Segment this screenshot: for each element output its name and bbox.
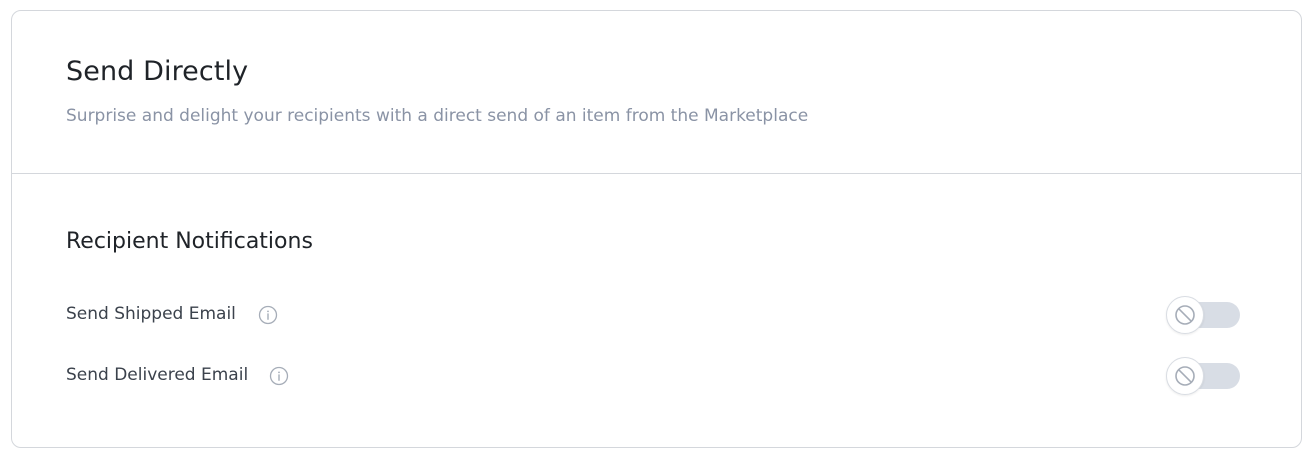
info-icon[interactable] [269, 366, 289, 386]
toggle-knob [1166, 357, 1204, 395]
toggle-shipped-email[interactable] [1166, 295, 1240, 335]
setting-row-shipped-email: Send Shipped Email [66, 295, 1240, 335]
info-icon[interactable] [258, 305, 278, 325]
setting-label-delivered-email: Send Delivered Email [66, 365, 249, 385]
send-directly-card: Send Directly Surprise and delight your … [11, 10, 1302, 448]
toggle-knob [1166, 296, 1204, 334]
section-title-recipient-notifications: Recipient Notifications [66, 229, 313, 254]
setting-row-delivered-email: Send Delivered Email [66, 356, 1240, 396]
disabled-icon [1175, 305, 1195, 325]
page-title: Send Directly [66, 56, 249, 87]
page-subtitle: Surprise and delight your recipients wit… [66, 106, 809, 126]
setting-label-shipped-email: Send Shipped Email [66, 304, 236, 324]
card-header: Send Directly Surprise and delight your … [12, 11, 1301, 174]
disabled-icon [1175, 366, 1195, 386]
toggle-delivered-email[interactable] [1166, 356, 1240, 396]
